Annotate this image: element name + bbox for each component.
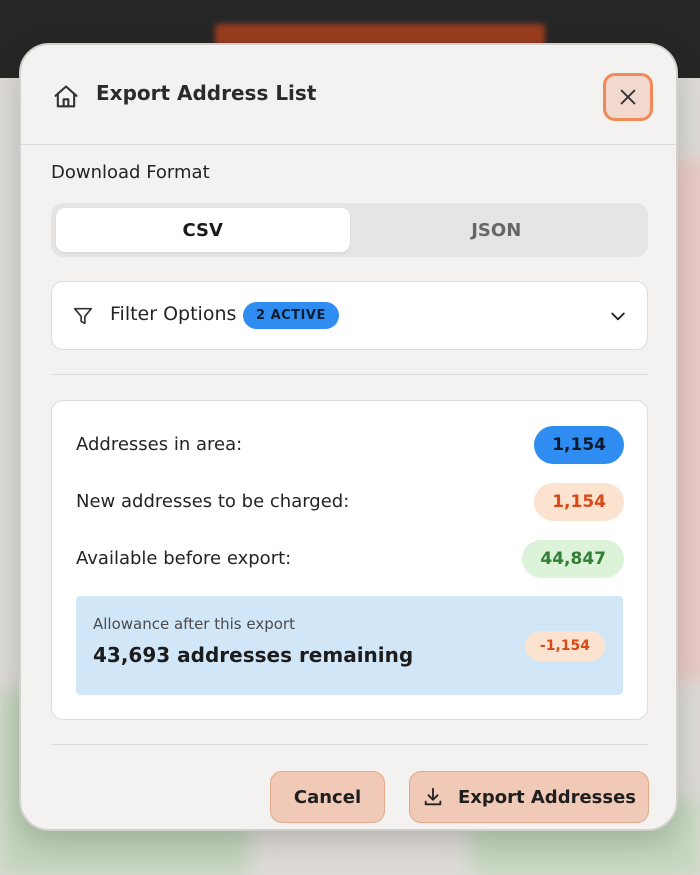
filter-icon [73,307,93,325]
cancel-button-label: Cancel [293,786,362,808]
available-before-export-value: 44,847 [522,540,624,578]
export-addresses-button[interactable]: Export Addresses [409,771,649,823]
summary-row-new-addresses-charged: New addresses to be charged: 1,154 [76,483,624,521]
cancel-button[interactable]: Cancel [270,771,385,823]
divider [51,744,648,745]
allowance-delta-badge: -1,154 [524,631,605,661]
close-button[interactable] [603,73,653,121]
home-icon [54,85,78,108]
dialog-header: Export Address List [21,45,676,145]
export-summary-card: Addresses in area: 1,154 New addresses t… [51,400,648,720]
filter-options-label: Filter Options [110,303,237,325]
new-addresses-charged-value: 1,154 [534,483,624,521]
format-option-json[interactable]: JSON [350,208,644,252]
summary-row-addresses-in-area: Addresses in area: 1,154 [76,426,624,464]
divider [51,374,648,375]
summary-label: Addresses in area: [76,434,243,455]
summary-label: Available before export: [76,548,292,569]
export-dialog: Export Address List Download Format CSV … [19,43,678,831]
active-filters-badge: 2 ACTIVE [243,302,339,329]
summary-label: New addresses to be charged: [76,491,350,512]
download-icon [424,787,442,806]
filter-options-toggle[interactable]: Filter Options 2 ACTIVE [51,281,648,350]
export-button-label: Export Addresses [457,786,637,808]
dialog-title: Export Address List [96,81,317,105]
format-option-csv[interactable]: CSV [56,208,350,252]
allowance-panel: Allowance after this export 43,693 addre… [76,596,623,695]
allowance-remaining: 43,693 addresses remaining [93,643,414,667]
download-format-label: Download Format [51,162,210,183]
summary-row-available-before-export: Available before export: 44,847 [76,540,624,578]
addresses-in-area-value: 1,154 [534,426,624,464]
chevron-down-icon [611,312,625,321]
allowance-caption: Allowance after this export [93,615,295,633]
close-icon [620,89,636,105]
format-toggle: CSV JSON [51,203,648,257]
